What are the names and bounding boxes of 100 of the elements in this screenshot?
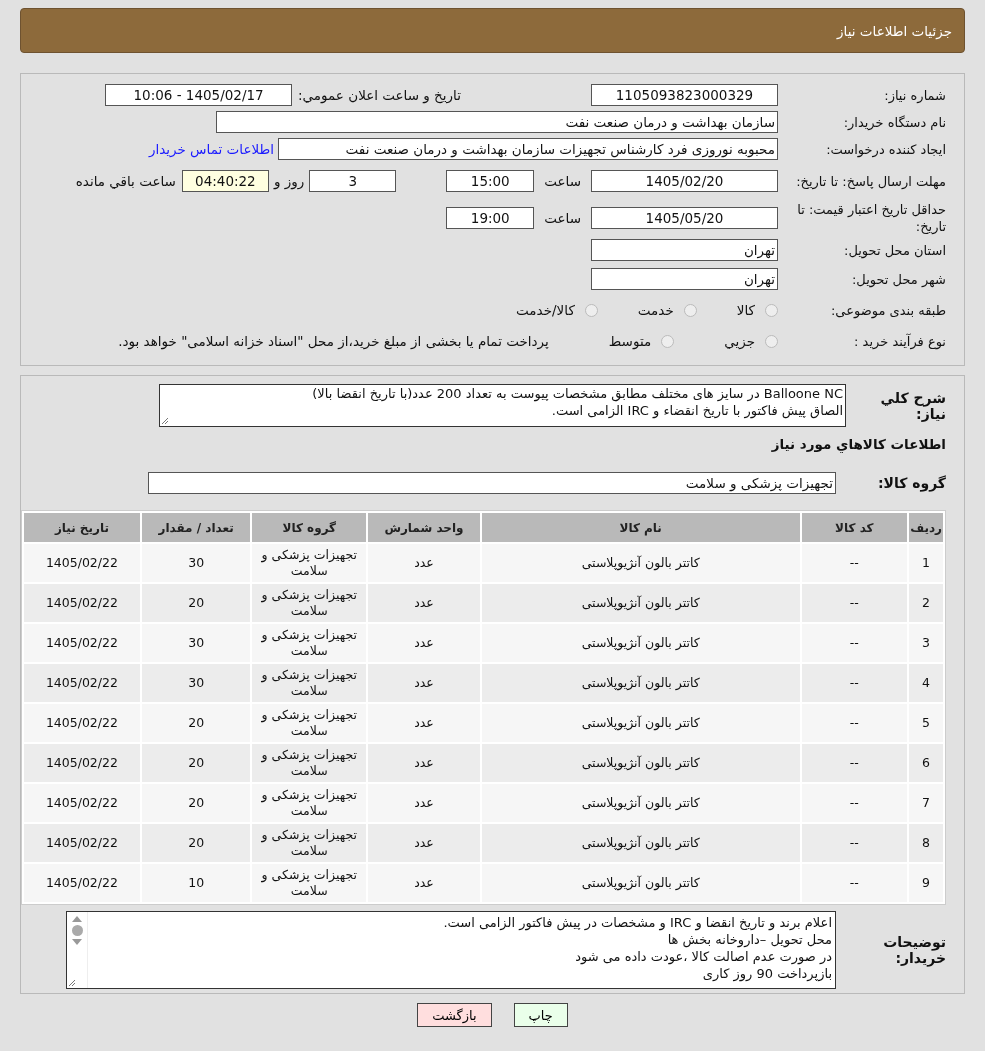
table-cell: عدد xyxy=(368,824,480,862)
radio-button[interactable] xyxy=(683,303,697,317)
scroll-up-icon[interactable] xyxy=(72,915,82,922)
table-cell: 6 xyxy=(909,744,943,782)
table-cell: تجهیزات پزشکی و سلامت xyxy=(252,744,367,782)
table-cell: 20 xyxy=(141,704,251,742)
table-cell: کاتتر بالون آنژیوپلاستی xyxy=(481,744,800,782)
radio-button[interactable] xyxy=(661,334,675,348)
field-label: حداقل تاریخ اعتبار قیمت: تا تاریخ: xyxy=(796,201,946,235)
purchase-note: پرداخت تمام یا بخشی از مبلغ خرید،از محل "اسناد خزانه اسلامی" خواهد بود. xyxy=(118,333,549,349)
table-cell: 7 xyxy=(909,784,943,822)
days-field: 3 xyxy=(309,170,397,192)
description-line: الصاق پیش فاکتور با تاریخ انقضاء و IRC الزامی است. xyxy=(551,402,843,419)
table-cell: 30 xyxy=(141,664,251,702)
table-cell: عدد xyxy=(368,624,480,662)
back-button[interactable]: بازگشت xyxy=(417,1003,492,1027)
table-cell: 2 xyxy=(909,584,943,622)
radio-button[interactable] xyxy=(584,303,598,317)
notes-line: در صورت عدم اصالت کالا ،عودت داده می شود xyxy=(575,948,832,965)
radio-button[interactable] xyxy=(765,334,778,348)
resize-grip-icon[interactable] xyxy=(161,417,169,425)
column-header: کد کالا xyxy=(801,513,908,542)
description-box[interactable]: Balloone NC در سایز های مختلف مطابق مشخصات پیوست به تعداد 200 عدد(با تاریخ انقضا بالا) الصاق پیش فاکتور با تاریخ انقضاء و IRC الزامی است. xyxy=(159,384,846,427)
table-cell: تجهیزات پزشکی و سلامت xyxy=(252,544,367,582)
section-title: اطلاعات کالاهاي مورد نیاز xyxy=(771,436,946,452)
page-title: جزئیات اطلاعات نیاز xyxy=(837,22,952,39)
need-number-field: 1105093823000329 xyxy=(591,84,778,106)
table-cell: 1405/02/22 xyxy=(24,664,140,702)
buyer-org-field: سازمان بهداشت و درمان صنعت نفت xyxy=(216,111,778,133)
table-cell: عدد xyxy=(368,784,480,822)
table-cell: 1405/02/22 xyxy=(24,824,140,862)
table-cell: تجهیزات پزشکی و سلامت xyxy=(252,624,367,662)
table-cell: تجهیزات پزشکی و سلامت xyxy=(252,584,367,622)
table-cell: تجهیزات پزشکی و سلامت xyxy=(252,864,367,902)
table-cell: کاتتر بالون آنژیوپلاستی xyxy=(481,704,800,742)
table-cell: عدد xyxy=(368,864,480,902)
table-cell: عدد xyxy=(368,704,480,742)
table-cell: 1405/02/22 xyxy=(24,704,140,742)
time-field: 15:00 xyxy=(446,170,535,192)
time-label: ساعت xyxy=(544,173,581,189)
table-cell: 20 xyxy=(141,784,251,822)
column-header: ردیف xyxy=(909,513,943,542)
print-button[interactable]: چاپ xyxy=(513,1003,568,1027)
time-field: 19:00 xyxy=(446,207,535,229)
field-label: مهلت ارسال پاسخ: تا تاریخ: xyxy=(795,172,946,190)
radio-button[interactable] xyxy=(765,303,778,317)
table-cell: 30 xyxy=(141,544,251,582)
field-label: نوع فرآیند خرید : xyxy=(853,333,946,349)
scroll-down-icon[interactable] xyxy=(72,939,82,946)
table-cell: -- xyxy=(801,544,908,582)
table-cell: 30 xyxy=(141,624,251,662)
scroll-thumb[interactable] xyxy=(71,925,83,936)
column-header: گروه کالا xyxy=(252,513,367,542)
table-cell: کاتتر بالون آنژیوپلاستی xyxy=(481,784,800,822)
field-label: شرح کلي نیاز: xyxy=(879,389,946,422)
table-cell: 10 xyxy=(141,864,251,902)
table-cell: 20 xyxy=(141,584,251,622)
days-label: روز و xyxy=(273,173,305,189)
table-cell: 1405/02/22 xyxy=(24,544,140,582)
field-label: ایجاد کننده درخواست: xyxy=(825,141,946,157)
goods-group-field: تجهیزات پزشکی و سلامت xyxy=(148,472,836,494)
table-cell: کاتتر بالون آنژیوپلاستی xyxy=(481,624,800,662)
table-cell: تجهیزات پزشکی و سلامت xyxy=(252,824,367,862)
remaining-label: ساعت باقي مانده xyxy=(75,173,176,189)
buyer-notes-box[interactable]: اعلام برند و تاریخ انقضا و IRC و مشخصات در پیش فاکتور الزامی است. محل تحویل –داروخانه بخش ها در صورت عدم اصالت کالا ،عودت داده می شود بازپرداخت 90 روز کاری xyxy=(66,911,836,989)
remaining-time-field: 04:40:22 xyxy=(181,170,269,192)
resize-grip-icon[interactable] xyxy=(68,979,76,987)
table-cell: کاتتر بالون آنژیوپلاستی xyxy=(481,584,800,622)
field-label: گروه کالا: xyxy=(876,475,946,491)
table-cell: 1405/02/22 xyxy=(24,784,140,822)
table-cell: عدد xyxy=(368,544,480,582)
table-cell: کاتتر بالون آنژیوپلاستی xyxy=(481,664,800,702)
table-cell: 20 xyxy=(141,824,251,862)
table-cell: عدد xyxy=(368,584,480,622)
field-label: طبقه بندی موضوعی: xyxy=(829,302,946,318)
radio-label: کالا xyxy=(736,302,755,318)
table-cell: 20 xyxy=(141,744,251,782)
table-cell: 1405/02/22 xyxy=(24,624,140,662)
city-field: تهران xyxy=(591,268,778,290)
table-cell: 8 xyxy=(909,824,943,862)
radio-label: کالا/خدمت xyxy=(516,302,575,318)
notes-line: محل تحویل –داروخانه بخش ها xyxy=(667,931,832,948)
date-field: 1405/02/20 xyxy=(591,170,778,192)
radio-label: متوسط xyxy=(608,333,652,349)
table-cell: تجهیزات پزشکی و سلامت xyxy=(252,784,367,822)
field-label: شهر محل تحویل: xyxy=(850,271,946,287)
province-field: تهران xyxy=(591,239,778,261)
table-cell: عدد xyxy=(368,744,480,782)
table-cell: 5 xyxy=(909,704,943,742)
table-cell: -- xyxy=(801,624,908,662)
buyer-contact-link[interactable]: اطلاعات تماس خریدار xyxy=(148,141,274,157)
table-cell: کاتتر بالون آنژیوپلاستی xyxy=(481,544,800,582)
table-cell: -- xyxy=(801,744,908,782)
column-header: تاریخ نیاز xyxy=(24,513,140,542)
radio-label: جزیي xyxy=(724,333,755,349)
requester-field: محبوبه نوروزی فرد کارشناس تجهیزات سازمان بهداشت و درمان صنعت نفت xyxy=(278,138,778,160)
column-header: نام کالا xyxy=(481,513,800,542)
field-label: نام دستگاه خریدار: xyxy=(842,114,946,130)
table-cell: -- xyxy=(801,864,908,902)
table-cell: 1 xyxy=(909,544,943,582)
